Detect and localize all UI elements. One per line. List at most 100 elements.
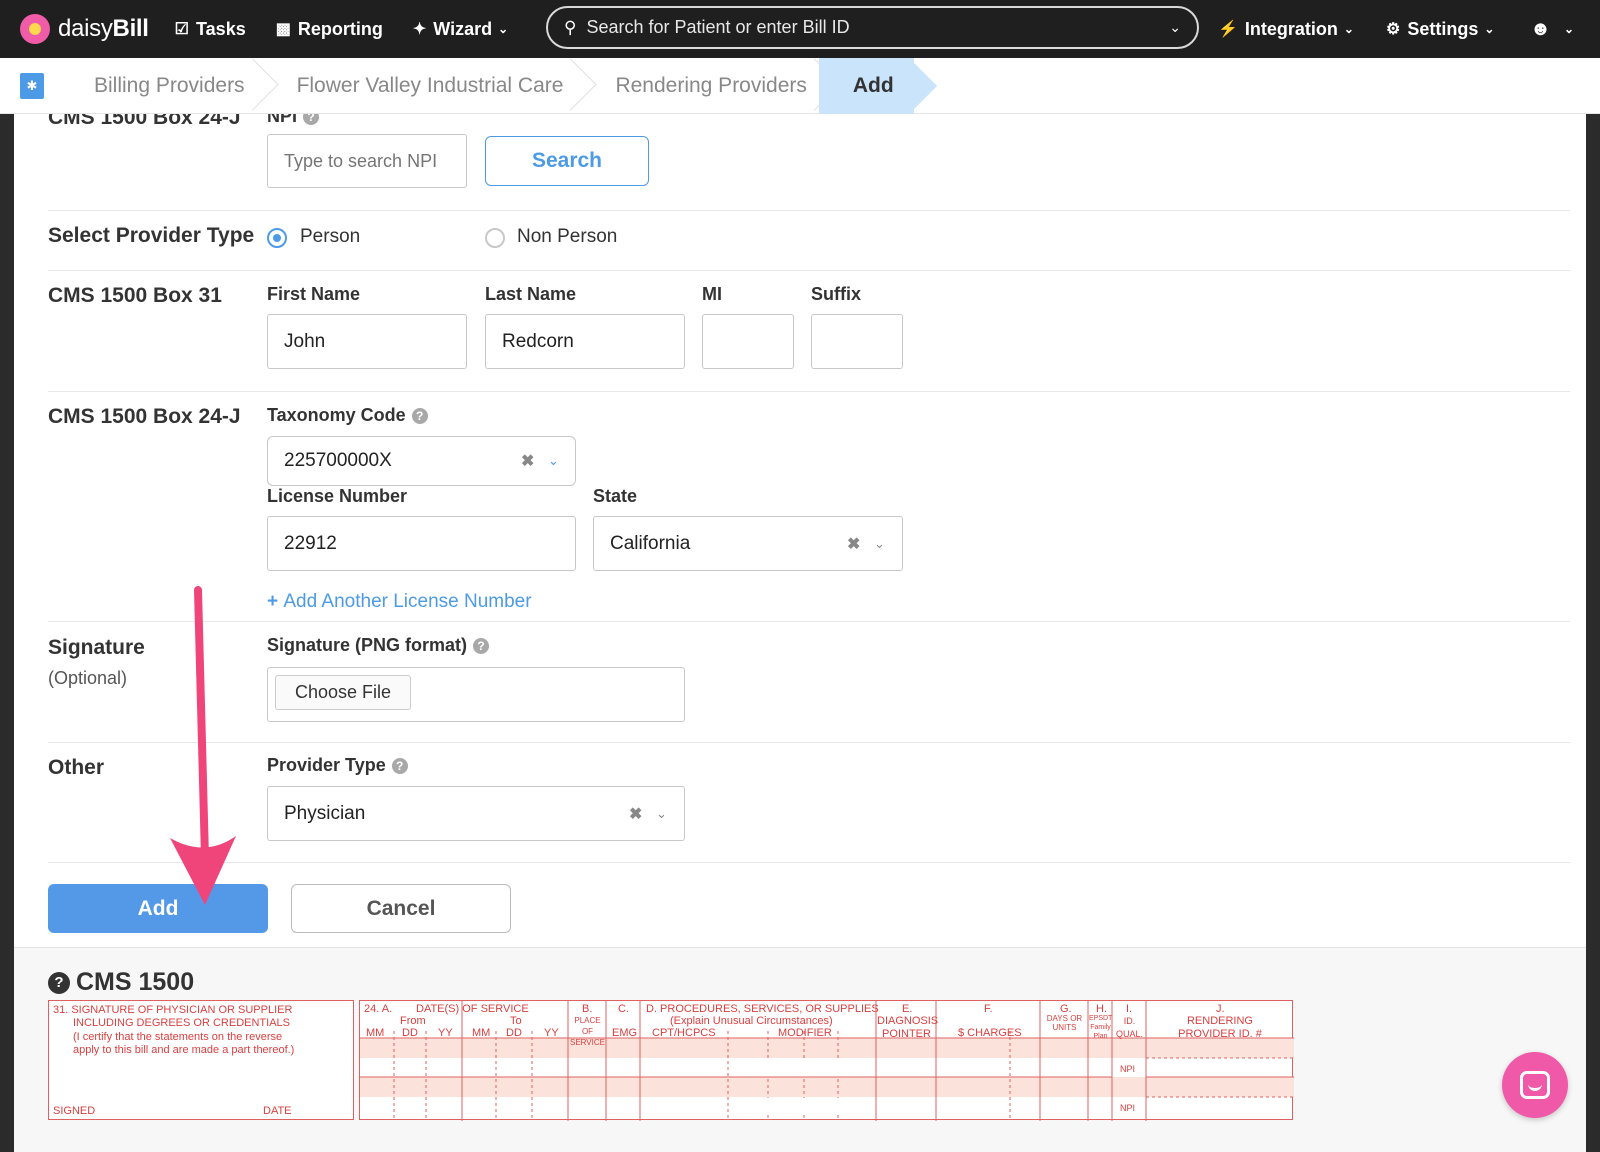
- col-epsdt: EPSDT Family Plan: [1089, 1015, 1113, 1040]
- radio-non-person[interactable]: [485, 228, 505, 248]
- rendering-provider-form: CMS 1500 Box 24-J NPI? Search Select Pro…: [14, 114, 1586, 947]
- provider-type-value: Physician: [284, 802, 366, 824]
- breadcrumb-add: Add: [818, 57, 914, 114]
- box24j-label: CMS 1500 Box 24-J: [48, 405, 241, 428]
- chevron-down-icon[interactable]: ⌄: [874, 536, 885, 552]
- nav-reporting-label: Reporting: [297, 18, 383, 39]
- nav-reporting[interactable]: ▩ Reporting: [276, 0, 383, 58]
- npi-section-label: CMS 1500 Box 24-J: [48, 114, 241, 129]
- col-dd-to: DD: [506, 1027, 522, 1039]
- col-c: C.: [618, 1003, 629, 1015]
- nav-integration[interactable]: ⚡ Integration ⌄: [1218, 0, 1354, 58]
- divider: [48, 210, 1570, 211]
- nav-settings-label: Settings: [1407, 18, 1479, 39]
- clear-icon[interactable]: ✖: [629, 804, 642, 824]
- col-charges: $ CHARGES: [958, 1027, 1022, 1039]
- box31-line2: INCLUDING DEGREES OR CREDENTIALS: [73, 1017, 290, 1029]
- breadcrumb: ✱ Billing Providers Flower Valley Indust…: [0, 57, 1600, 114]
- col-24a: 24. A.: [364, 1003, 393, 1015]
- box31-signed: SIGNED: [53, 1105, 96, 1117]
- divider: [48, 391, 1570, 392]
- license-number-field[interactable]: 22912: [267, 516, 576, 571]
- state-value: California: [610, 532, 691, 554]
- help-icon[interactable]: ?: [473, 638, 490, 654]
- nav-wizard-label: Wizard: [433, 18, 493, 39]
- help-icon[interactable]: ?: [411, 408, 428, 424]
- state-select[interactable]: California ✖ ⌄: [593, 516, 903, 571]
- npi-label-text: NPI: [267, 114, 298, 126]
- suffix-field[interactable]: [811, 314, 903, 369]
- brand-name-plain: daisy: [58, 15, 113, 42]
- nav-settings[interactable]: ⚙ Settings ⌄: [1386, 0, 1494, 58]
- chevron-down-icon: ⌄: [1343, 22, 1354, 36]
- chevron-down-icon: ⌄: [498, 22, 509, 36]
- nav-wizard[interactable]: ✦ Wizard ⌄: [413, 0, 508, 58]
- search-dropdown-chevron-icon[interactable]: ⌄: [1169, 19, 1181, 36]
- cms1500-title: ? CMS 1500: [48, 968, 194, 997]
- last-name-field[interactable]: Redcorn: [485, 314, 685, 369]
- add-button[interactable]: Add: [48, 884, 268, 933]
- col-id-qual: ID. QUAL.: [1115, 1016, 1143, 1039]
- nav-integration-label: Integration: [1244, 18, 1338, 39]
- chevron-down-icon: ⌄: [1484, 22, 1495, 36]
- box31-label: CMS 1500 Box 31: [48, 284, 222, 307]
- lightning-icon: ⚡: [1218, 21, 1238, 38]
- breadcrumb-billing-providers[interactable]: Billing Providers: [64, 58, 267, 114]
- row1-npi: NPI: [1120, 1064, 1136, 1074]
- choose-file-button[interactable]: Choose File: [275, 675, 411, 710]
- patient-search[interactable]: ⚲ ⌄: [546, 6, 1199, 49]
- breadcrumb-flower-valley[interactable]: Flower Valley Industrial Care: [267, 58, 586, 114]
- provider-type-label: Provider Type?: [267, 755, 408, 776]
- nav-tasks[interactable]: ☑ Tasks: [175, 0, 246, 58]
- npi-search-button[interactable]: Search: [485, 136, 649, 186]
- mi-label: MI: [702, 284, 722, 304]
- taxonomy-code-label: Taxonomy Code?: [267, 405, 428, 426]
- npi-search-input[interactable]: [267, 134, 467, 188]
- row2-npi: NPI: [1120, 1103, 1136, 1113]
- question-circle-icon[interactable]: ?: [48, 971, 70, 994]
- breadcrumb-label: Flower Valley Industrial Care: [296, 73, 564, 97]
- last-name-label: Last Name: [485, 284, 577, 304]
- npi-label: NPI?: [267, 114, 320, 127]
- chevron-down-icon[interactable]: ⌄: [656, 806, 667, 822]
- col-yy-to: YY: [544, 1027, 559, 1039]
- col-mm-from: MM: [366, 1027, 385, 1039]
- patient-search-input[interactable]: [586, 17, 1147, 38]
- col-yy-from: YY: [438, 1027, 453, 1039]
- col-days-units: DAYS OR UNITS: [1046, 1014, 1083, 1032]
- radio-person[interactable]: [267, 228, 287, 248]
- user-menu[interactable]: ☻ ⌄: [1530, 0, 1574, 58]
- select-provider-type-label: Select Provider Type: [48, 224, 255, 247]
- provider-type-select[interactable]: Physician ✖ ⌄: [267, 786, 685, 841]
- chat-icon: [1520, 1071, 1550, 1099]
- divider: [48, 621, 1570, 622]
- cms1500-box31: 31. SIGNATURE OF PHYSICIAN OR SUPPLIER I…: [48, 1000, 354, 1120]
- breadcrumb-home[interactable]: ✱: [0, 58, 64, 114]
- radio-non-person-label: Non Person: [517, 226, 618, 247]
- col-f: F.: [984, 1003, 993, 1015]
- clipboard-check-icon: ☑: [174, 21, 190, 38]
- clear-icon[interactable]: ✖: [847, 534, 860, 554]
- col-rendering-provider: RENDERING PROVIDER ID. #: [1178, 1015, 1262, 1040]
- top-navbar: daisyBill ☑ Tasks ▩ Reporting ✦ Wizard ⌄…: [0, 0, 1600, 58]
- breadcrumb-rendering-providers[interactable]: Rendering Providers: [585, 58, 828, 114]
- help-icon[interactable]: ?: [303, 114, 320, 125]
- help-icon[interactable]: ?: [391, 758, 408, 774]
- chevron-down-icon[interactable]: ⌄: [548, 453, 559, 469]
- col-modifier: MODIFIER: [778, 1027, 832, 1039]
- first-name-field[interactable]: John: [267, 314, 467, 369]
- chat-launcher-button[interactable]: [1502, 1052, 1568, 1118]
- col-cpt: CPT/HCPCS: [652, 1027, 716, 1039]
- clear-icon[interactable]: ✖: [521, 451, 534, 471]
- add-license-link[interactable]: + Add Another License Number: [267, 591, 532, 613]
- brand-logo[interactable]: daisyBill: [20, 0, 149, 58]
- mi-field[interactable]: [702, 314, 794, 369]
- taxonomy-code-select[interactable]: 225700000X ✖ ⌄: [267, 436, 576, 486]
- magic-wand-icon: ✦: [412, 21, 427, 38]
- signature-section-label: Signature: [48, 636, 145, 659]
- other-section-label: Other: [48, 756, 105, 779]
- box31-line4: apply to this bill and are made a part t…: [73, 1044, 295, 1056]
- divider: [48, 270, 1570, 271]
- col-emg: EMG: [612, 1027, 638, 1039]
- cancel-button[interactable]: Cancel: [291, 884, 511, 933]
